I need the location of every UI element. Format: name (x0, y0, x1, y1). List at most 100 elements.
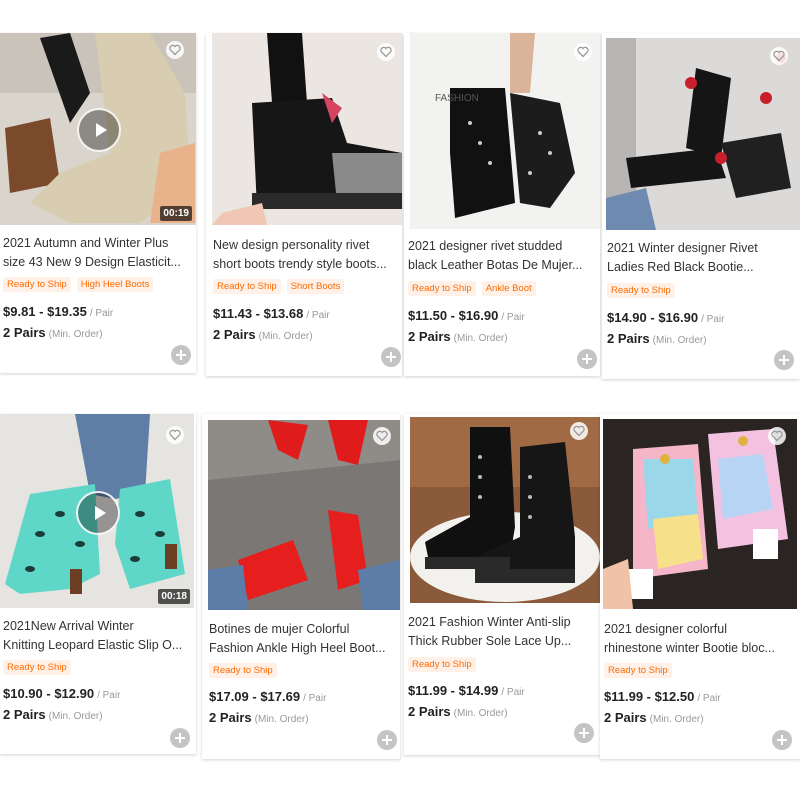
add-button[interactable] (577, 349, 597, 369)
tag-list: Ready to Ship (3, 660, 71, 675)
product-card[interactable]: Botines de mujer Colorful Fashion Ankle … (202, 414, 400, 759)
price-value: $11.50 - $16.90 (408, 308, 499, 323)
product-image[interactable]: 00:18 (0, 414, 194, 608)
moq-value: 2 Pairs (3, 325, 46, 340)
product-title-line1[interactable]: 2021 Winter designer Rivet (607, 239, 795, 258)
product-title-line1[interactable]: New design personality rivet (213, 236, 399, 255)
product-title-line2[interactable]: short boots trendy style boots... (213, 255, 399, 274)
min-order: 2 Pairs (Min. Order) (209, 710, 309, 725)
product-card[interactable]: 00:18 2021New Arrival Winter Knitting Le… (0, 414, 196, 754)
price-unit: / Pair (501, 312, 525, 323)
tag-list: Ready to Ship (604, 663, 672, 678)
price-range: $17.09 - $17.69/ Pair (209, 689, 326, 704)
add-button[interactable] (170, 728, 190, 748)
min-order: 2 Pairs (Min. Order) (3, 325, 103, 340)
heart-icon[interactable] (770, 47, 788, 65)
price-unit: / Pair (306, 310, 330, 321)
moq-note: (Min. Order) (453, 708, 508, 719)
price-value: $14.90 - $16.90 (607, 310, 699, 325)
product-title-line2[interactable]: Knitting Leopard Elastic Slip O... (3, 636, 193, 655)
price-range: $11.50 - $16.90/ Pair (408, 308, 525, 323)
add-button[interactable] (574, 723, 594, 743)
ready-to-ship-tag: Ready to Ship (213, 279, 281, 294)
product-title-line1[interactable]: Botines de mujer Colorful (209, 620, 397, 639)
min-order: 2 Pairs (Min. Order) (3, 707, 103, 722)
product-title-line2[interactable]: rhinestone winter Bootie bloc... (604, 639, 796, 658)
product-card[interactable]: FASHION 2021 designer rivet studded blac… (404, 33, 600, 376)
heart-icon[interactable] (166, 41, 184, 59)
moq-value: 2 Pairs (408, 329, 451, 344)
add-button[interactable] (774, 350, 794, 370)
ready-to-ship-tag: Ready to Ship (408, 281, 476, 296)
min-order: 2 Pairs (Min. Order) (213, 327, 313, 342)
heart-icon[interactable] (166, 426, 184, 444)
price-unit: / Pair (701, 314, 725, 325)
price-value: $10.90 - $12.90 (3, 686, 95, 701)
product-title-line1[interactable]: 2021 designer colorful (604, 620, 796, 639)
min-order: 2 Pairs (Min. Order) (607, 331, 707, 346)
product-image[interactable]: FASHION (410, 33, 600, 229)
price-range: $11.99 - $12.50/ Pair (604, 689, 721, 704)
moq-value: 2 Pairs (604, 710, 647, 725)
heart-icon[interactable] (377, 43, 395, 61)
product-card[interactable]: 2021 designer colorful rhinestone winter… (600, 414, 800, 759)
heart-icon[interactable] (768, 427, 786, 445)
add-button[interactable] (381, 347, 401, 367)
moq-value: 2 Pairs (408, 704, 451, 719)
product-image[interactable] (603, 419, 797, 609)
heart-icon[interactable] (570, 422, 588, 440)
price-value: $11.43 - $13.68 (213, 306, 304, 321)
product-image[interactable] (212, 33, 402, 225)
product-card[interactable]: New design personality rivet short boots… (206, 33, 402, 376)
product-title-line1[interactable]: 2021 designer rivet studded (408, 237, 598, 256)
tag-list: Ready to Ship (408, 657, 476, 672)
product-image[interactable] (410, 417, 600, 603)
product-card[interactable]: 2021 Winter designer Rivet Ladies Red Bl… (602, 33, 800, 379)
video-duration: 00:18 (158, 589, 190, 604)
product-image[interactable] (606, 38, 800, 230)
ready-to-ship-tag: Ready to Ship (3, 277, 71, 292)
ready-to-ship-tag: Ready to Ship (604, 663, 672, 678)
product-title-line2[interactable]: Thick Rubber Sole Lace Up... (408, 632, 596, 651)
add-button[interactable] (171, 345, 191, 365)
add-button[interactable] (377, 730, 397, 750)
moq-value: 2 Pairs (607, 331, 650, 346)
category-tag: High Heel Boots (76, 277, 154, 292)
min-order: 2 Pairs (Min. Order) (408, 329, 508, 344)
ready-to-ship-tag: Ready to Ship (3, 660, 71, 675)
play-icon[interactable] (76, 491, 120, 535)
moq-value: 2 Pairs (3, 707, 46, 722)
product-card[interactable]: 00:19 2021 Autumn and Winter Plus size 4… (0, 33, 196, 373)
product-title-line2[interactable]: black Leather Botas De Mujer... (408, 256, 598, 275)
moq-value: 2 Pairs (209, 710, 252, 725)
moq-value: 2 Pairs (213, 327, 256, 342)
price-unit: / Pair (97, 690, 121, 701)
price-unit: / Pair (303, 693, 327, 704)
ready-to-ship-tag: Ready to Ship (607, 283, 675, 298)
price-range: $11.99 - $14.99/ Pair (408, 683, 525, 698)
tag-list: Ready to Ship (209, 663, 277, 678)
product-image[interactable]: 00:19 (0, 33, 196, 225)
product-image[interactable] (208, 420, 400, 610)
heart-icon[interactable] (373, 427, 391, 445)
product-title-line2[interactable]: Fashion Ankle High Heel Boot... (209, 639, 397, 658)
price-value: $11.99 - $12.50 (604, 689, 695, 704)
product-title-line1[interactable]: 2021 Fashion Winter Anti-slip (408, 613, 596, 632)
moq-note: (Min. Order) (649, 714, 704, 725)
video-duration: 00:19 (160, 206, 192, 221)
product-title-line1[interactable]: 2021 Autumn and Winter Plus (3, 234, 193, 253)
fashion-sign: FASHION (435, 93, 479, 104)
product-title-line2[interactable]: size 43 New 9 Design Elasticit... (3, 253, 193, 272)
price-value: $11.99 - $14.99 (408, 683, 499, 698)
tag-list: Ready to Ship Ankle Boot (408, 281, 536, 296)
product-title-line2[interactable]: Ladies Red Black Bootie... (607, 258, 795, 277)
price-range: $14.90 - $16.90/ Pair (607, 310, 724, 325)
category-tag: Short Boots (286, 279, 345, 294)
heart-icon[interactable] (574, 43, 592, 61)
price-unit: / Pair (89, 308, 114, 319)
product-card[interactable]: 2021 Fashion Winter Anti-slip Thick Rubb… (404, 414, 600, 755)
price-value: $17.09 - $17.69 (209, 689, 301, 704)
play-icon[interactable] (77, 108, 121, 152)
add-button[interactable] (772, 730, 792, 750)
product-title-line1[interactable]: 2021New Arrival Winter (3, 617, 193, 636)
